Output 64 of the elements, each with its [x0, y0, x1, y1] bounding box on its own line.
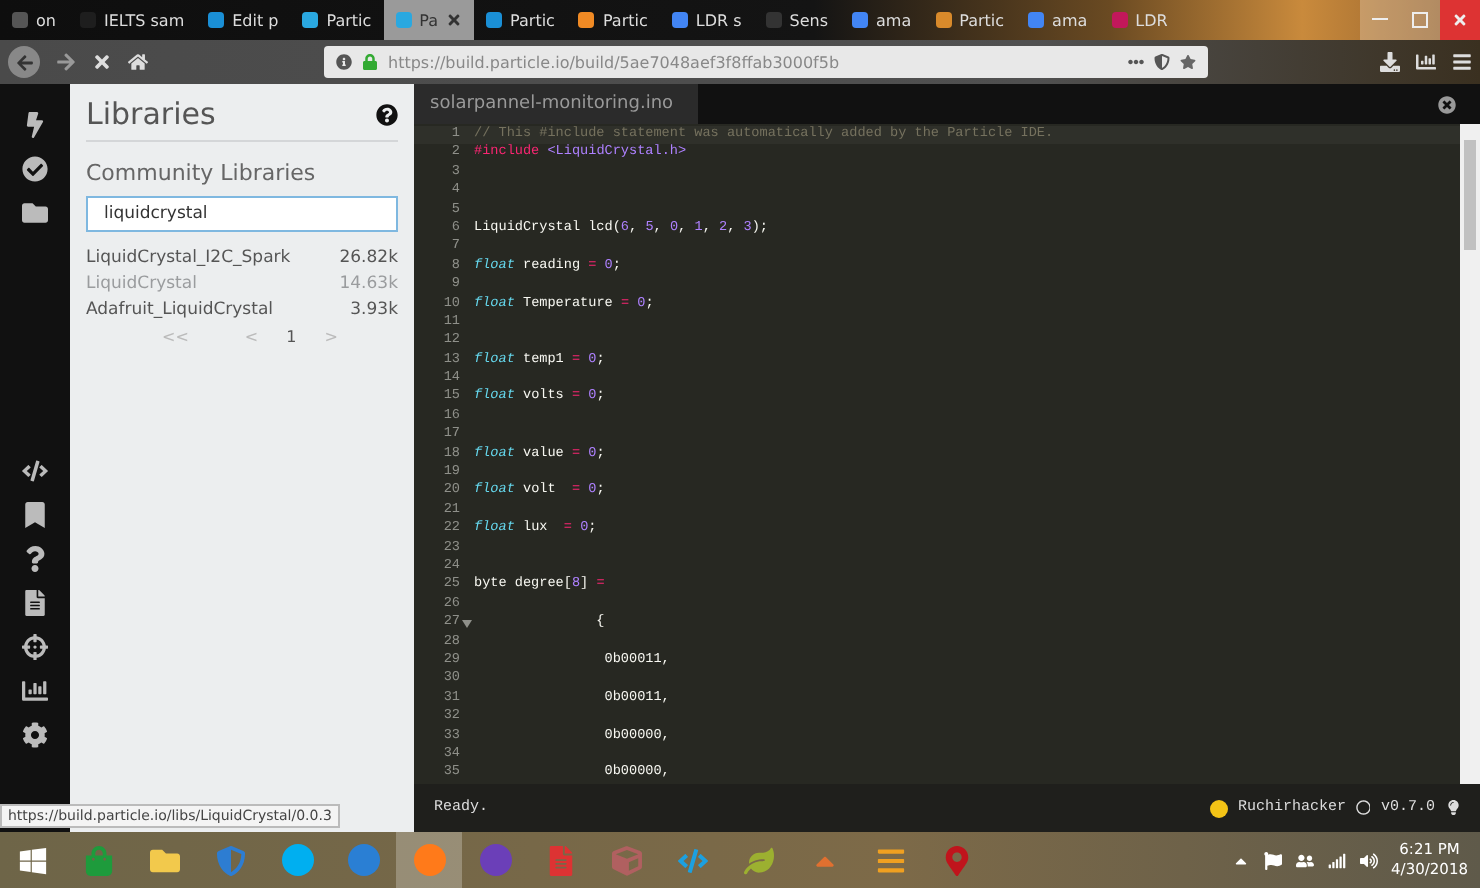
browser-tab[interactable]: Pa — [383, 0, 475, 40]
browser-tab[interactable]: on — [0, 0, 68, 40]
section-heading: Community Libraries — [86, 160, 318, 186]
help-icon[interactable] — [22, 546, 48, 572]
library-item[interactable]: LiquidCrystal_I2C_Spark 26.82k — [86, 248, 398, 268]
lock-icon — [362, 54, 378, 70]
document-icon[interactable] — [22, 590, 48, 616]
info-icon[interactable] — [336, 54, 352, 70]
forward-icon[interactable] — [56, 52, 76, 72]
file-tab[interactable]: solarpannel-monitoring.ino — [414, 84, 698, 124]
page-number[interactable]: 1 — [286, 328, 297, 346]
library-name: LiquidCrystal — [86, 274, 197, 294]
library-name: LiquidCrystal_I2C_Spark — [86, 248, 291, 268]
browser-tab[interactable]: Sens — [753, 0, 841, 40]
close-icon[interactable] — [1438, 95, 1456, 113]
minimize-icon — [1372, 18, 1388, 22]
fold-arrow-icon[interactable] — [462, 619, 472, 628]
settings-icon[interactable] — [22, 722, 48, 748]
download-count: 14.63k — [339, 274, 398, 294]
bookmark-icon[interactable] — [22, 502, 48, 528]
close-icon[interactable] — [446, 12, 463, 28]
people-icon[interactable] — [1295, 851, 1314, 869]
stop-icon[interactable] — [92, 52, 112, 72]
menu-icon[interactable] — [1452, 52, 1472, 72]
browser-tab[interactable]: Edit p — [196, 0, 291, 40]
speaker-icon[interactable] — [1359, 851, 1378, 869]
browser-tab[interactable]: Partic — [923, 0, 1017, 40]
close-icon — [1452, 12, 1468, 28]
search-field[interactable]: liquidcrystal — [86, 196, 398, 232]
coin-icon — [1209, 799, 1228, 817]
panel-title: Libraries — [86, 96, 216, 132]
browser-tab[interactable]: IELTS sam — [67, 0, 197, 40]
scrollbar[interactable] — [1460, 124, 1480, 784]
more-icon[interactable] — [1128, 54, 1144, 70]
flag-icon[interactable] — [1263, 851, 1282, 869]
star-icon[interactable] — [1180, 54, 1196, 70]
browser-tab[interactable]: LDR s — [659, 0, 754, 40]
maximize-button[interactable] — [1400, 0, 1440, 40]
maximize-icon — [1412, 12, 1428, 28]
crosshair-icon[interactable] — [22, 634, 48, 660]
download-count: 3.93k — [350, 300, 398, 320]
help-icon[interactable] — [376, 103, 398, 125]
browser-tab[interactable]: ama — [1016, 0, 1100, 40]
code-icon[interactable] — [22, 458, 48, 484]
download-icon[interactable] — [1380, 52, 1400, 72]
back-icon — [15, 53, 33, 71]
flash-icon[interactable] — [22, 112, 48, 138]
folder-icon[interactable] — [22, 200, 48, 226]
check-icon[interactable] — [22, 156, 48, 182]
browser-tab[interactable]: Partic — [290, 0, 384, 40]
browser-tab[interactable]: LDR — [1099, 0, 1180, 40]
bulb-icon — [1445, 800, 1460, 816]
back-button[interactable] — [8, 46, 40, 78]
library-name: Adafruit_LiquidCrystal — [86, 300, 274, 320]
browser-tab[interactable]: Partic — [566, 0, 660, 40]
signal-icon[interactable] — [1327, 851, 1346, 869]
library-item[interactable]: Adafruit_LiquidCrystal 3.93k — [86, 300, 398, 320]
bar-chart-icon[interactable] — [22, 678, 48, 704]
scrollbar-thumb[interactable] — [1464, 140, 1476, 250]
download-count: 26.82k — [339, 248, 398, 268]
home-icon[interactable] — [128, 52, 148, 72]
close-button[interactable] — [1440, 0, 1480, 40]
browser-tab[interactable]: ama — [840, 0, 924, 40]
browser-tab[interactable]: Partic — [474, 0, 567, 40]
